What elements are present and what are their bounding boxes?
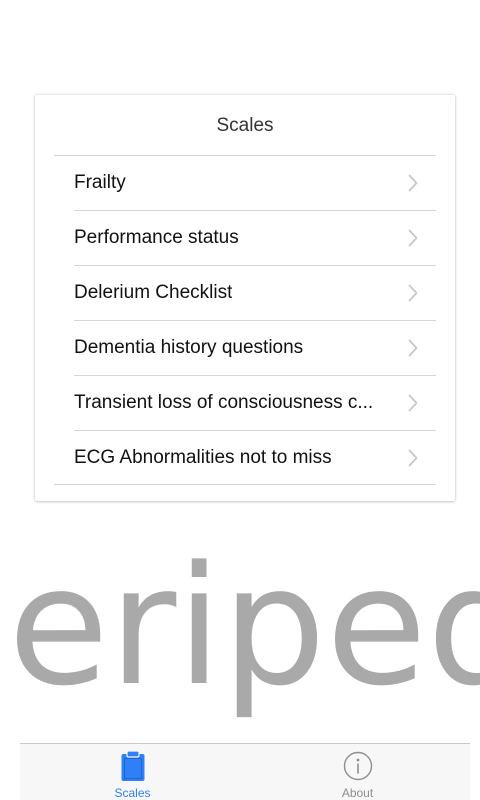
list-item-frailty[interactable]: Frailty <box>74 156 436 211</box>
list-item-label: Frailty <box>74 172 126 193</box>
tab-about[interactable]: About <box>245 744 470 800</box>
list-item-performance-status[interactable]: Performance status <box>74 211 436 266</box>
info-circle-icon <box>342 750 374 782</box>
chevron-right-icon <box>408 174 418 192</box>
list-item-label: Delerium Checklist <box>74 282 233 303</box>
tab-label: Scales <box>114 786 151 800</box>
list-item-delerium-checklist[interactable]: Delerium Checklist <box>74 266 436 321</box>
chevron-right-icon <box>408 284 418 302</box>
list-item-ecg-abnormalities[interactable]: ECG Abnormalities not to miss <box>54 431 436 485</box>
list-item-label: Dementia history questions <box>74 337 304 358</box>
list-item-transient-loss[interactable]: Transient loss of consciousness c... <box>74 376 436 431</box>
scales-list: Frailty Performance status Delerium Chec… <box>35 156 455 485</box>
tab-scales[interactable]: Scales <box>20 744 245 800</box>
chevron-right-icon <box>408 394 418 412</box>
app-logo-text: eripedi <box>8 531 480 722</box>
app-screen: Scales Frailty Performance status Deleri… <box>0 0 480 800</box>
chevron-right-icon <box>408 229 418 247</box>
chevron-right-icon <box>408 449 418 466</box>
card-header: Scales <box>54 95 436 156</box>
tab-bar: Scales About <box>20 743 470 800</box>
list-item-label: Transient loss of consciousness c... <box>74 392 374 413</box>
list-item-dementia-history[interactable]: Dementia history questions <box>74 321 436 376</box>
chevron-right-icon <box>408 339 418 357</box>
scales-card: Scales Frailty Performance status Deleri… <box>35 95 455 501</box>
list-item-label: ECG Abnormalities not to miss <box>74 446 332 468</box>
card-title: Scales <box>216 115 274 136</box>
tab-label: About <box>341 786 374 800</box>
list-item-label: Performance status <box>74 227 239 248</box>
clipboard-icon <box>117 750 149 782</box>
